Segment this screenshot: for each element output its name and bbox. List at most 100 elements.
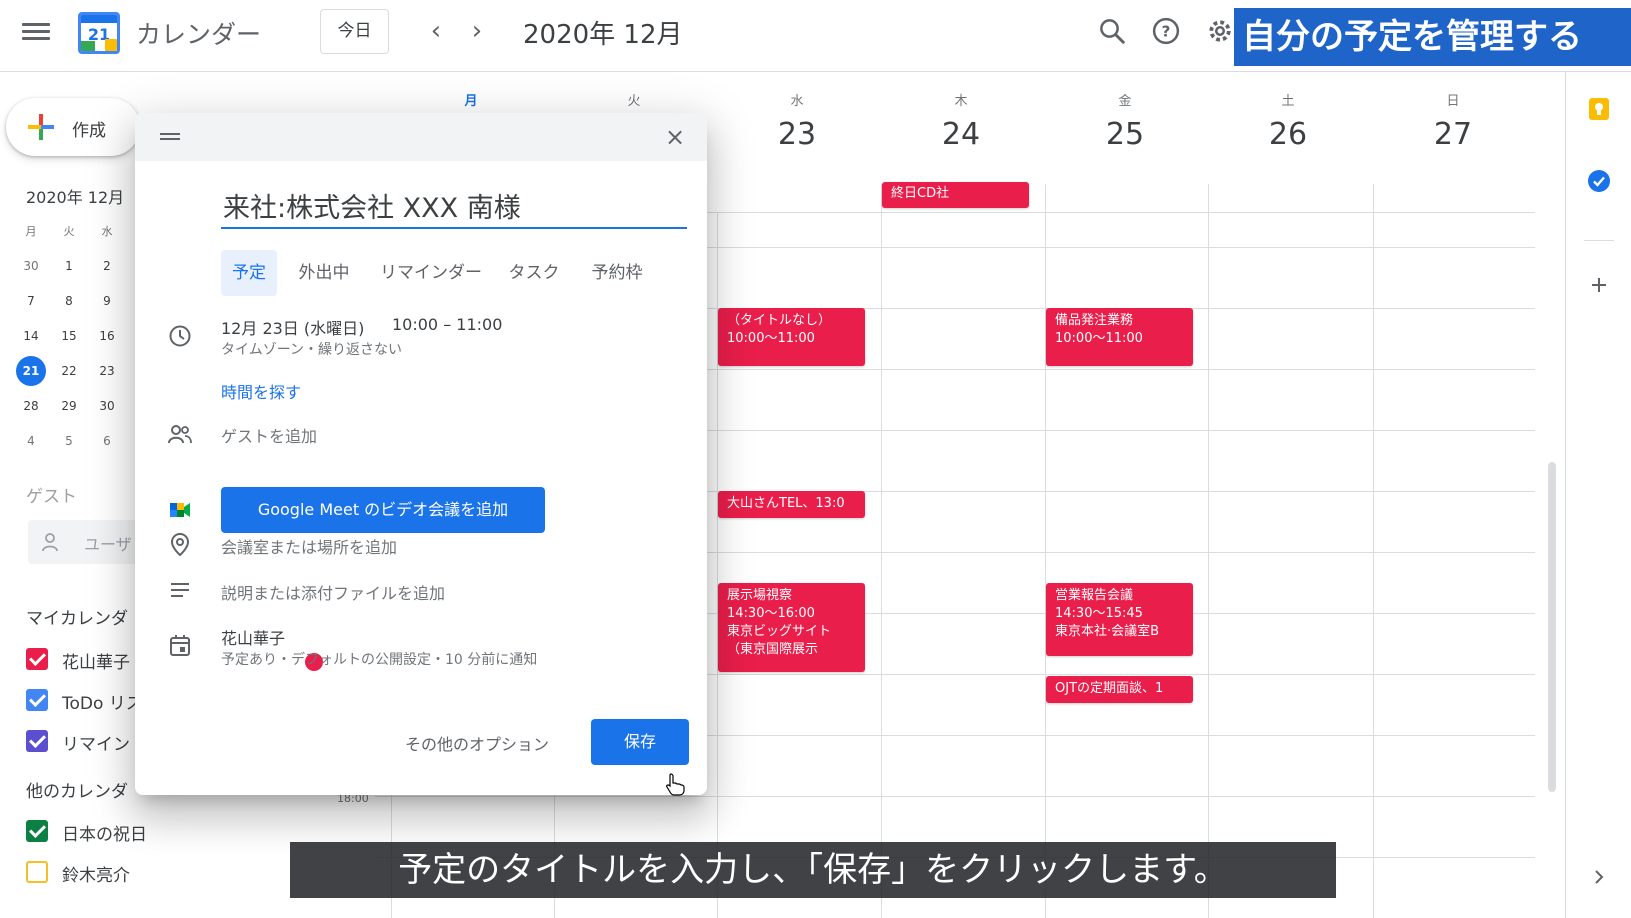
calendar-checkbox[interactable] bbox=[26, 861, 48, 883]
mini-day[interactable]: 29 bbox=[52, 391, 86, 421]
mini-day-today[interactable]: 21 bbox=[16, 356, 46, 386]
people-icon bbox=[168, 425, 192, 444]
calendar-details[interactable]: 予定あり・デフォルトの公開設定・10 分前に通知 bbox=[221, 649, 537, 669]
save-button[interactable]: 保存 bbox=[591, 719, 689, 765]
event-time-range[interactable]: 10:00 – 11:00 bbox=[392, 315, 502, 334]
day-header-wed[interactable]: 水 23 bbox=[717, 90, 877, 152]
mini-day[interactable]: 16 bbox=[90, 321, 124, 351]
event-block[interactable]: 大山さんTEL、13:0 bbox=[718, 491, 865, 518]
mini-day[interactable]: 22 bbox=[52, 356, 86, 386]
hand-cursor-icon bbox=[665, 773, 685, 796]
add-description-field[interactable]: 説明または添付ファイルを追加 bbox=[221, 580, 445, 604]
day-header-sat[interactable]: 土 26 bbox=[1208, 90, 1368, 152]
tab-appointment-slots[interactable]: 予約枠 bbox=[577, 250, 657, 296]
day-of-week: 土 bbox=[1281, 94, 1295, 109]
mini-dow: 月 bbox=[25, 225, 37, 238]
event-title: 営業報告会議 bbox=[1055, 588, 1134, 603]
tasks-icon[interactable] bbox=[1586, 168, 1612, 194]
timezone-repeat[interactable]: タイムゾーン・繰り返さない bbox=[221, 339, 402, 359]
event-location: （東京国際展示 bbox=[727, 642, 819, 657]
mini-day[interactable]: 14 bbox=[14, 321, 48, 351]
dialog-drag-bar[interactable]: × bbox=[135, 113, 707, 161]
day-divider bbox=[1208, 184, 1209, 918]
tab-reminder[interactable]: リマインダー bbox=[371, 250, 491, 296]
mini-day[interactable]: 5 bbox=[52, 426, 86, 456]
mini-day[interactable]: 2 bbox=[90, 251, 124, 281]
mini-day[interactable]: 8 bbox=[52, 286, 86, 316]
keep-notes-icon[interactable] bbox=[1586, 96, 1612, 122]
calendar-checkbox[interactable] bbox=[26, 820, 48, 842]
add-addon-icon[interactable] bbox=[1586, 272, 1612, 298]
side-panel-rail bbox=[1565, 72, 1631, 918]
day-header-sun[interactable]: 日 27 bbox=[1373, 90, 1533, 152]
settings-gear-icon[interactable] bbox=[1205, 16, 1235, 46]
day-of-week: 火 bbox=[627, 94, 641, 109]
calendar-name: 鈴木亮介 bbox=[62, 866, 130, 886]
mini-day[interactable]: 28 bbox=[14, 391, 48, 421]
calendar-checkbox[interactable] bbox=[26, 689, 48, 711]
add-location-field[interactable]: 会議室または場所を追加 bbox=[221, 534, 397, 558]
mini-day[interactable]: 9 bbox=[90, 286, 124, 316]
mini-day[interactable]: 7 bbox=[14, 286, 48, 316]
tab-out-of-office[interactable]: 外出中 bbox=[285, 250, 363, 296]
location-pin-icon bbox=[170, 532, 190, 557]
drag-handle-icon[interactable] bbox=[160, 133, 180, 141]
event-time: 10:00～11:00 bbox=[727, 331, 815, 346]
tab-task[interactable]: タスク bbox=[499, 250, 569, 296]
day-of-week: 月 bbox=[464, 94, 478, 109]
my-calendars-label[interactable]: マイカレンダ bbox=[26, 604, 128, 629]
other-calendars-label[interactable]: 他のカレンダ bbox=[26, 777, 128, 802]
event-location: 東京ビッグサイト bbox=[727, 624, 832, 639]
allday-event[interactable]: 終日CD社 bbox=[882, 182, 1029, 208]
event-block[interactable]: （タイトルなし） 10:00～11:00 bbox=[718, 308, 865, 366]
chevron-right-icon[interactable] bbox=[1586, 864, 1612, 890]
calendar-checkbox[interactable] bbox=[26, 648, 48, 670]
event-block[interactable]: 営業報告会議 14:30～15:45 東京本社·会議室B bbox=[1046, 583, 1193, 656]
day-header-fri[interactable]: 金 25 bbox=[1045, 90, 1205, 152]
event-block[interactable]: OJTの定期面談、1 bbox=[1046, 676, 1193, 703]
search-icon[interactable] bbox=[1097, 16, 1127, 46]
add-google-meet-button[interactable]: Google Meet のビデオ会議を追加 bbox=[221, 487, 545, 533]
mini-day[interactable]: 30 bbox=[90, 391, 124, 421]
create-button[interactable]: 作成 bbox=[6, 98, 140, 156]
previous-week-icon[interactable]: ‹ bbox=[421, 16, 451, 46]
mini-calendar-title: 2020年 12月 bbox=[26, 188, 125, 207]
today-button[interactable]: 今日 bbox=[320, 9, 389, 54]
tab-event[interactable]: 予定 bbox=[221, 250, 277, 296]
close-icon[interactable]: × bbox=[663, 125, 687, 149]
calendar-checkbox[interactable] bbox=[26, 730, 48, 752]
mini-day[interactable]: 23 bbox=[90, 356, 124, 386]
day-number: 26 bbox=[1268, 117, 1308, 152]
grid-scrollbar[interactable] bbox=[1548, 462, 1556, 792]
event-date[interactable]: 12月 23日 (水曜日) bbox=[221, 315, 364, 339]
people-icon bbox=[42, 533, 58, 552]
event-block[interactable]: 備品発注業務 10:00～11:00 bbox=[1046, 308, 1193, 366]
main-menu-icon[interactable] bbox=[22, 20, 50, 44]
mini-day[interactable]: 1 bbox=[52, 251, 86, 281]
month-title: 2020年 12月 bbox=[523, 20, 683, 50]
mini-day[interactable]: 30 bbox=[14, 251, 48, 281]
search-users-input[interactable]: ユーザ bbox=[28, 520, 138, 564]
mini-day[interactable]: 15 bbox=[52, 321, 86, 351]
overlay-banner: 自分の予定を管理する bbox=[1234, 8, 1631, 66]
day-header-thu[interactable]: 木 24 bbox=[881, 90, 1041, 152]
event-time: 10:00～11:00 bbox=[1055, 331, 1143, 346]
next-week-icon[interactable]: › bbox=[462, 16, 492, 46]
add-guests-field[interactable]: ゲストを追加 bbox=[221, 423, 317, 447]
event-block[interactable]: 展示場視察 14:30～16:00 東京ビッグサイト （東京国際展示 bbox=[718, 583, 865, 672]
mini-day[interactable]: 6 bbox=[90, 426, 124, 456]
mini-dow: 水 bbox=[101, 225, 113, 238]
rail-divider bbox=[1584, 240, 1614, 241]
day-number: 25 bbox=[1105, 117, 1145, 152]
calendar-owner[interactable]: 花山華子 bbox=[221, 625, 285, 649]
calendar-name: ToDo リス bbox=[62, 694, 143, 714]
find-time-link[interactable]: 時間を探す bbox=[221, 379, 301, 403]
mini-day[interactable]: 4 bbox=[14, 426, 48, 456]
more-options-button[interactable]: その他のオプション bbox=[405, 731, 549, 755]
calendar-logo-icon[interactable]: 21 bbox=[78, 12, 120, 54]
event-title-input[interactable] bbox=[221, 183, 687, 229]
help-icon[interactable]: ? bbox=[1151, 16, 1181, 46]
day-divider bbox=[1373, 184, 1374, 918]
left-sidebar: 作成 2020年 12月 月 火 水 30 1 2 7 8 9 14 15 16… bbox=[0, 72, 147, 918]
event-location: 東京本社·会議室B bbox=[1055, 624, 1160, 639]
